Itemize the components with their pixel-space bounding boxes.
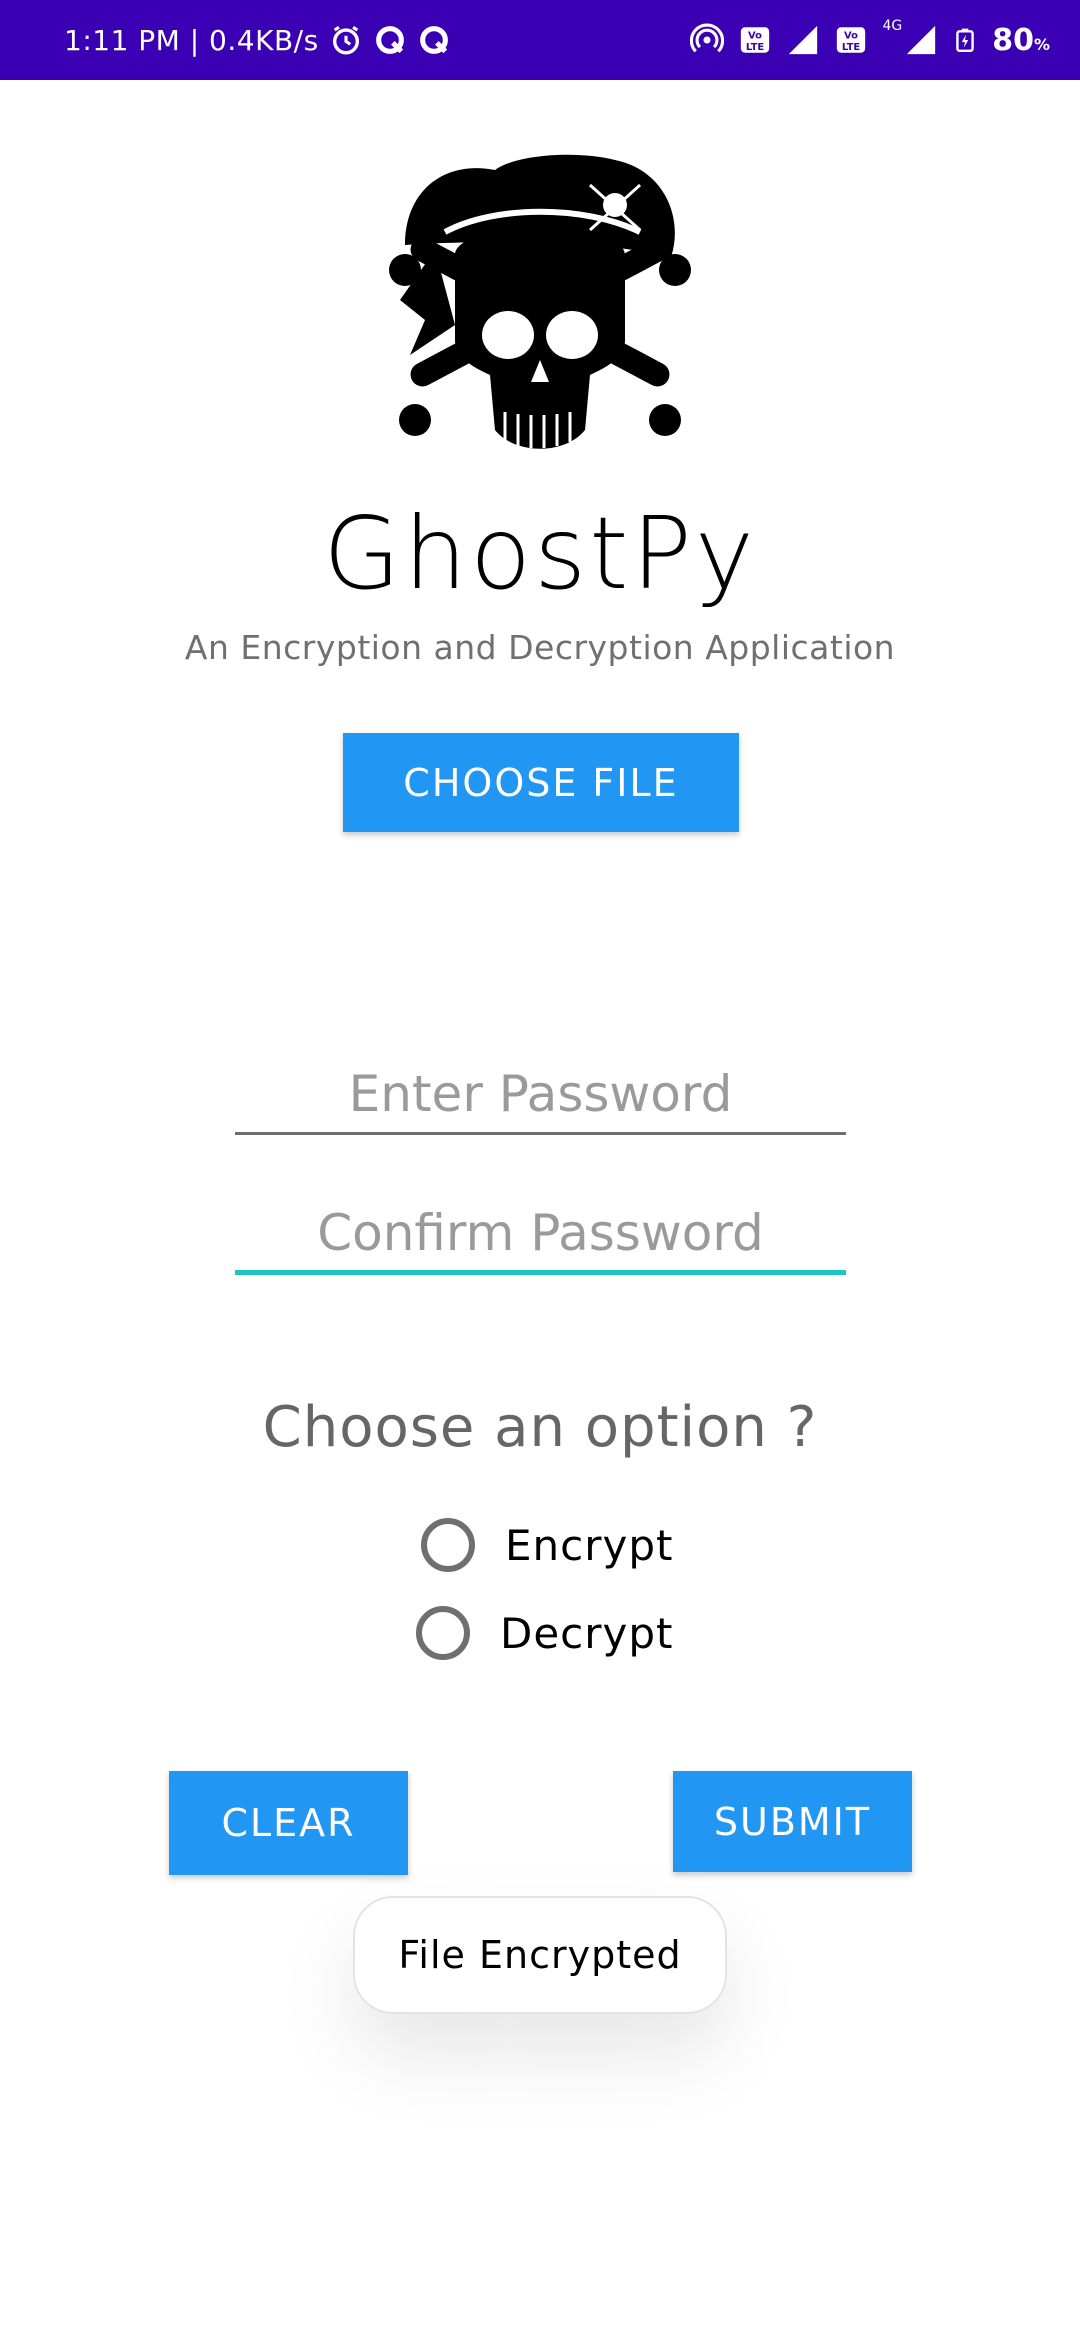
status-time: 1:11 PM | 0.4KB/s: [64, 23, 319, 57]
app-subtitle: An Encryption and Decryption Application: [184, 628, 896, 667]
status-left: 1:11 PM | 0.4KB/s: [64, 0, 451, 80]
confirm-password-field[interactable]: [235, 1195, 846, 1275]
svg-text:Vo: Vo: [748, 31, 762, 42]
alarm-icon: [332, 25, 359, 55]
radio-label-encrypt: Encrypt: [505, 1520, 674, 1570]
network-type: 4G: [882, 18, 903, 34]
status-bar: 1:11 PM | 0.4KB/s Vo LTE Vo LTE 4G 80%: [0, 0, 1080, 80]
q-app-icon: [375, 26, 404, 54]
radio-button-icon[interactable]: [421, 1518, 475, 1572]
svg-text:LTE: LTE: [746, 42, 764, 53]
toast-message: File Encrypted: [353, 1896, 727, 2014]
svg-text:Vo: Vo: [844, 31, 858, 42]
signal-icon: [789, 25, 818, 55]
submit-button[interactable]: SUBMIT: [673, 1771, 912, 1872]
pirate-skull-logo: [389, 154, 691, 449]
battery-charging-icon: [956, 28, 974, 53]
status-right: Vo LTE Vo LTE 4G 80%: [690, 0, 1050, 80]
radio-button-icon[interactable]: [416, 1606, 470, 1660]
radio-encrypt[interactable]: Encrypt: [421, 1518, 674, 1572]
svg-text:LTE: LTE: [842, 42, 860, 53]
app-title: GhostPy: [323, 495, 757, 612]
volte-icon: VoLTE: [741, 27, 770, 53]
signal-icon: [907, 25, 936, 55]
radio-label-decrypt: Decrypt: [500, 1608, 674, 1658]
password-field[interactable]: [235, 1055, 846, 1135]
clear-button[interactable]: CLEAR: [169, 1771, 408, 1875]
hotspot-icon: [690, 23, 725, 53]
volte-icon: VoLTE: [837, 27, 866, 53]
q-app-icon: [419, 26, 448, 54]
choose-file-button[interactable]: CHOOSE FILE: [343, 733, 739, 832]
option-prompt: Choose an option ?: [262, 1395, 818, 1460]
battery-percent: 80%: [992, 22, 1050, 58]
radio-decrypt[interactable]: Decrypt: [416, 1606, 674, 1660]
